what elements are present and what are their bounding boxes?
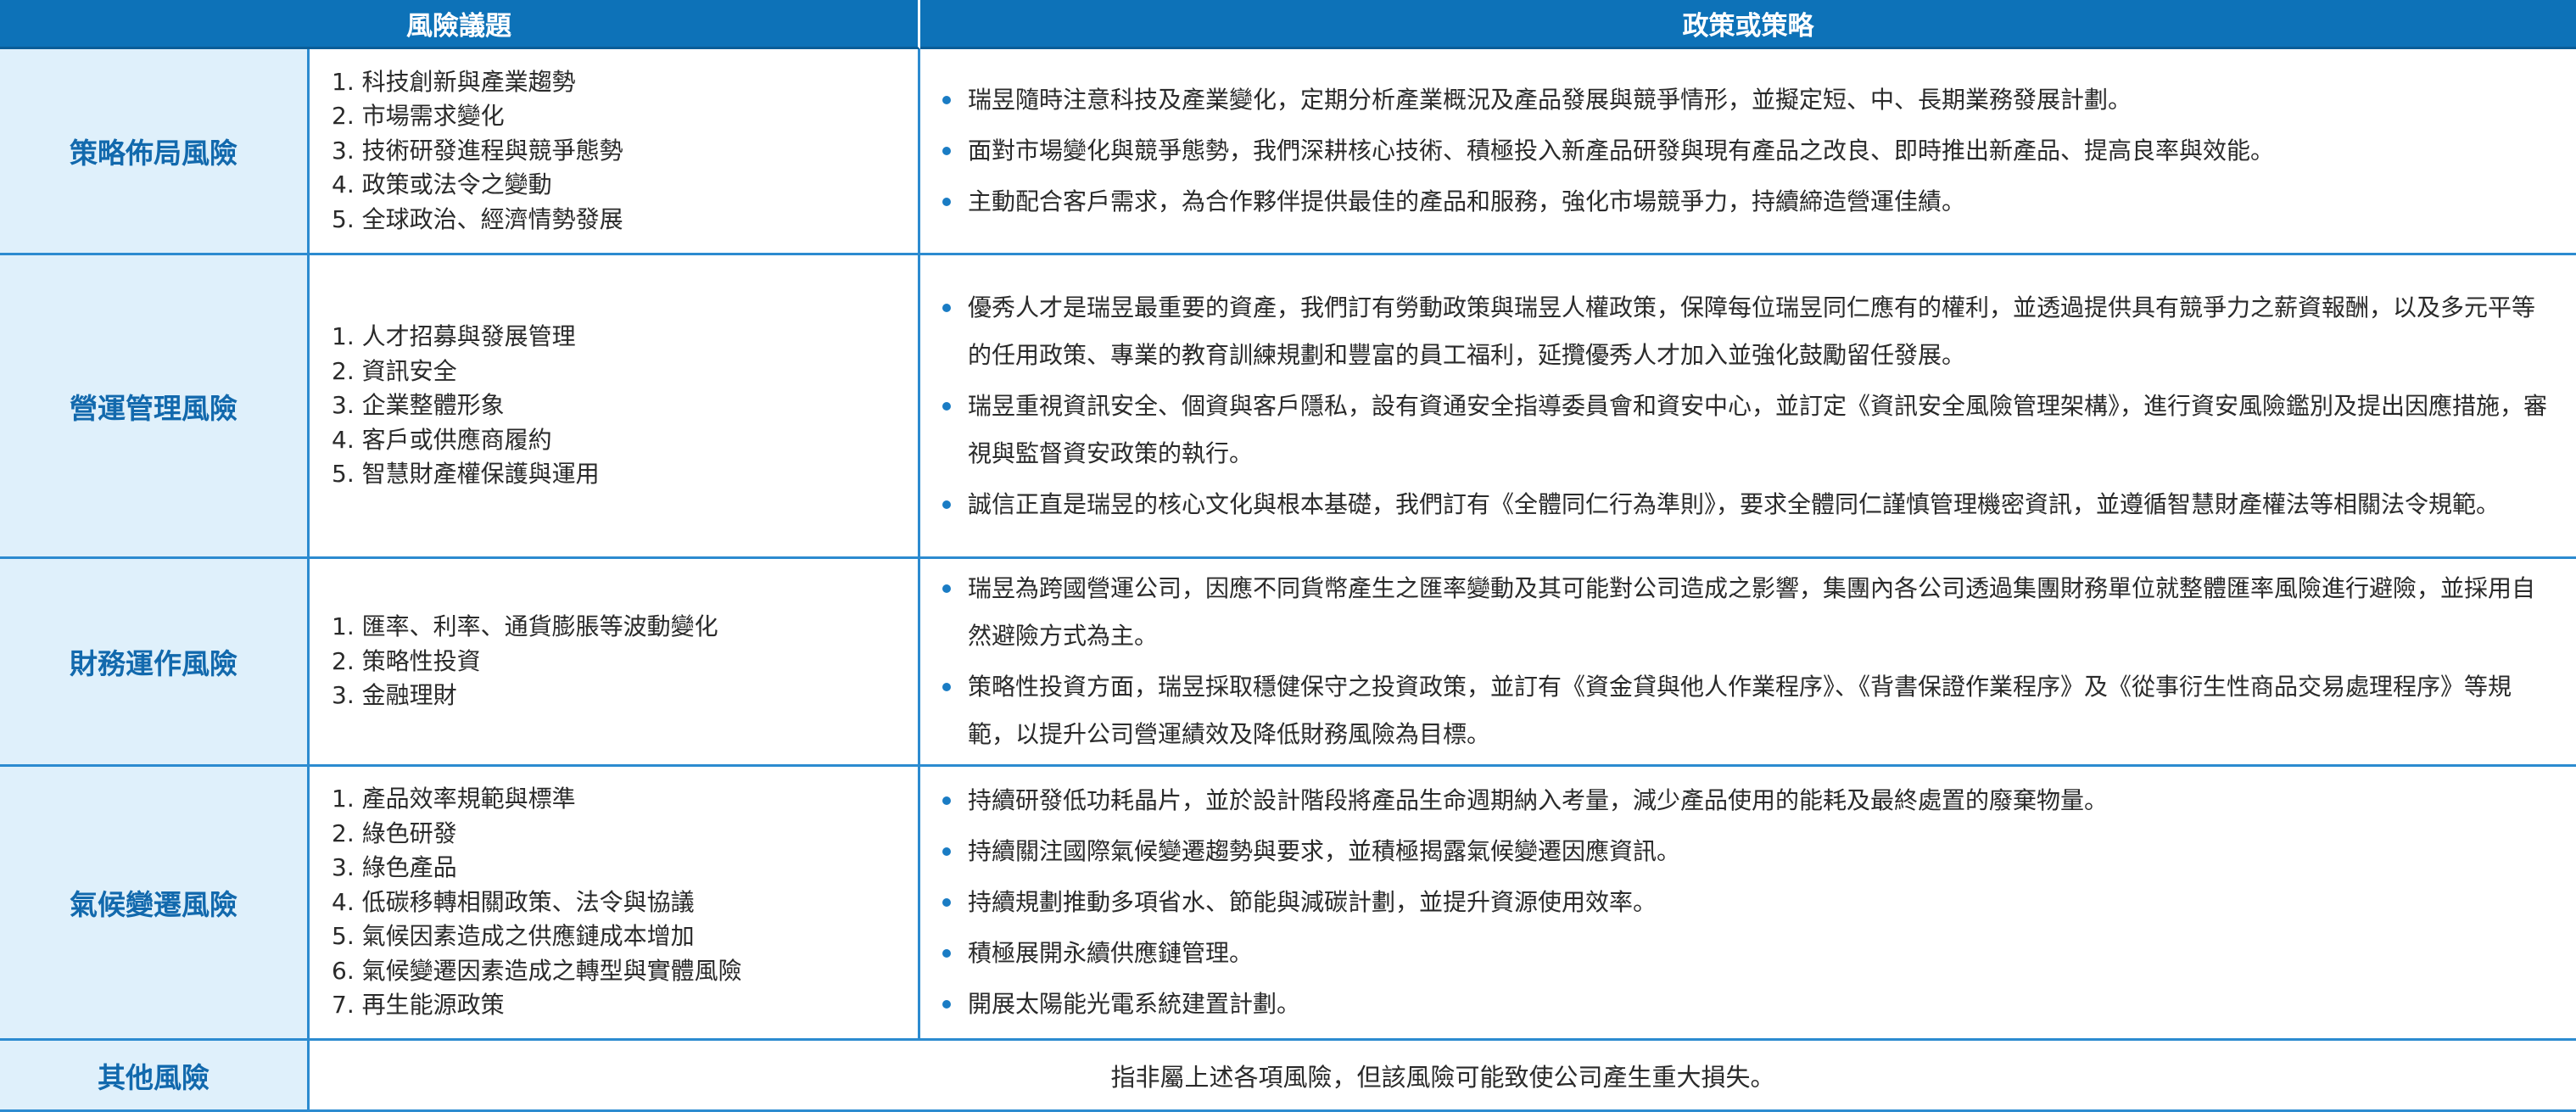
policy-list-strategy: 瑞昱隨時注意科技及產業變化，定期分析產業概況及產品發展與競爭情形，並擬定短、中、…	[920, 49, 2576, 255]
issue-item: 3. 技術研發進程與競爭態勢	[332, 136, 623, 165]
issue-item: 6. 氣候變遷因素造成之轉型與實體風險	[332, 956, 742, 985]
policy-item: 瑞昱為跨國營運公司，因應不同貨幣產生之匯率變動及其可能對公司造成之影響，集團內各…	[939, 565, 2556, 660]
policy-item: 持續關注國際氣候變遷趨勢與要求，並積極揭露氣候變遷因應資訊。	[939, 828, 2556, 875]
policy-list-climate: 持續研發低功耗晶片，並於設計階段將產品生命週期納入考量，減少產品使用的能耗及最終…	[920, 767, 2576, 1041]
bullet-icon	[942, 401, 951, 411]
issue-item: 4. 政策或法令之變動	[332, 170, 552, 199]
policy-text: 開展太陽能光電系統建置計劃。	[968, 990, 1301, 1018]
issue-list-strategy: 1. 科技創新與產業趨勢 2. 市場需求變化 3. 技術研發進程與競爭態勢 4.…	[310, 49, 920, 255]
issue-list-operations: 1. 人才招募與發展管理 2. 資訊安全 3. 企業整體形象 4. 客戶或供應商…	[310, 255, 920, 559]
policy-text: 瑞昱隨時注意科技及產業變化，定期分析產業概況及產品發展與競爭情形，並擬定短、中、…	[968, 86, 2132, 114]
bullet-icon	[942, 500, 951, 509]
policy-list-finance: 瑞昱為跨國營運公司，因應不同貨幣產生之匯率變動及其可能對公司造成之影響，集團內各…	[920, 559, 2576, 767]
issue-list-finance: 1. 匯率、利率、通貨膨脹等波動變化 2. 策略性投資 3. 金融理財	[310, 559, 920, 767]
policy-text: 瑞昱為跨國營運公司，因應不同貨幣產生之匯率變動及其可能對公司造成之影響，集團內各…	[968, 574, 2536, 650]
header-risk-issues: 風險議題	[0, 0, 920, 49]
bullet-icon	[942, 847, 951, 856]
issue-item: 2. 市場需求變化	[332, 102, 505, 131]
policy-text: 瑞昱重視資訊安全、個資與客戶隱私，設有資通安全指導委員會和資安中心，並訂定《資訊…	[968, 391, 2548, 467]
bullet-icon	[942, 584, 951, 593]
category-other-risk: 其他風險	[0, 1041, 310, 1112]
bullet-icon	[942, 147, 951, 155]
category-operations-risk: 營運管理風險	[0, 255, 310, 559]
issue-item: 4. 低碳移轉相關政策、法令與協議	[332, 887, 695, 916]
policy-item: 誠信正直是瑞昱的核心文化與根本基礎，我們訂有《全體同仁行為準則》，要求全體同仁謹…	[939, 481, 2556, 528]
policy-item: 面對市場變化與競爭態勢，我們深耕核心技術、積極投入新產品研發與現有產品之改良、即…	[939, 127, 2556, 175]
bullet-icon	[942, 898, 951, 907]
issue-item: 4. 客戶或供應商履約	[332, 425, 552, 454]
bullet-icon	[942, 683, 951, 691]
bullet-icon	[942, 949, 951, 958]
category-climate-risk: 氣候變遷風險	[0, 767, 310, 1041]
policy-item: 積極展開永續供應鏈管理。	[939, 930, 2556, 977]
policy-item: 策略性投資方面，瑞昱採取穩健保守之投資政策，並訂有《資金貸與他人作業程序》、《背…	[939, 663, 2556, 758]
policy-text: 主動配合客戶需求，為合作夥伴提供最佳的產品和服務，強化市場競爭力，持續締造營運佳…	[968, 187, 1966, 215]
policy-text: 面對市場變化與競爭態勢，我們深耕核心技術、積極投入新產品研發與現有產品之改良、即…	[968, 137, 2275, 165]
category-finance-risk: 財務運作風險	[0, 559, 310, 767]
bullet-icon	[942, 1000, 951, 1009]
bullet-icon	[942, 96, 951, 104]
policy-item: 瑞昱隨時注意科技及產業變化，定期分析產業概況及產品發展與競爭情形，並擬定短、中、…	[939, 76, 2556, 124]
issue-item: 7. 再生能源政策	[332, 991, 505, 1020]
risk-policy-table: 風險議題 政策或策略 策略佈局風險 1. 科技創新與產業趨勢 2. 市場需求變化…	[0, 0, 2576, 1112]
policy-text: 策略性投資方面，瑞昱採取穩健保守之投資政策，並訂有《資金貸與他人作業程序》、《背…	[968, 673, 2512, 748]
policy-item: 持續研發低功耗晶片，並於設計階段將產品生命週期納入考量，減少產品使用的能耗及最終…	[939, 777, 2556, 824]
issue-list-climate: 1. 產品效率規範與標準 2. 綠色研發 3. 綠色產品 4. 低碳移轉相關政策…	[310, 767, 920, 1041]
bullet-icon	[942, 796, 951, 805]
policy-item: 優秀人才是瑞昱最重要的資產，我們訂有勞動政策與瑞昱人權政策，保障每位瑞昱同仁應有…	[939, 284, 2556, 379]
issue-item: 2. 資訊安全	[332, 356, 457, 385]
policy-text: 持續關注國際氣候變遷趨勢與要求，並積極揭露氣候變遷因應資訊。	[968, 837, 1681, 865]
policy-text: 持續規劃推動多項省水、節能與減碳計劃，並提升資源使用效率。	[968, 888, 1657, 916]
policy-item: 持續規劃推動多項省水、節能與減碳計劃，並提升資源使用效率。	[939, 879, 2556, 926]
issue-item: 1. 產品效率規範與標準	[332, 785, 576, 813]
policy-text: 積極展開永續供應鏈管理。	[968, 939, 1254, 967]
category-strategy-risk: 策略佈局風險	[0, 49, 310, 255]
issue-item: 1. 匯率、利率、通貨膨脹等波動變化	[332, 612, 718, 641]
header-policy-strategy: 政策或策略	[920, 0, 2576, 49]
issue-item: 1. 人才招募與發展管理	[332, 322, 576, 351]
policy-list-operations: 優秀人才是瑞昱最重要的資產，我們訂有勞動政策與瑞昱人權政策，保障每位瑞昱同仁應有…	[920, 255, 2576, 559]
bullet-icon	[942, 198, 951, 206]
policy-item: 主動配合客戶需求，為合作夥伴提供最佳的產品和服務，強化市場競爭力，持續締造營運佳…	[939, 178, 2556, 226]
issue-item: 3. 金融理財	[332, 681, 457, 710]
issue-item: 3. 綠色產品	[332, 853, 457, 882]
issue-item: 1. 科技創新與產業趨勢	[332, 67, 576, 96]
issue-item: 3. 企業整體形象	[332, 391, 505, 420]
issue-item: 2. 綠色研發	[332, 819, 457, 847]
policy-item: 瑞昱重視資訊安全、個資與客戶隱私，設有資通安全指導委員會和資安中心，並訂定《資訊…	[939, 383, 2556, 478]
issue-item: 2. 策略性投資	[332, 646, 481, 675]
issue-item: 5. 氣候因素造成之供應鏈成本增加	[332, 922, 695, 951]
policy-item: 開展太陽能光電系統建置計劃。	[939, 981, 2556, 1028]
bullet-icon	[942, 303, 951, 312]
policy-text: 誠信正直是瑞昱的核心文化與根本基礎，我們訂有《全體同仁行為準則》，要求全體同仁謹…	[968, 489, 2501, 518]
policy-text: 優秀人才是瑞昱最重要的資產，我們訂有勞動政策與瑞昱人權政策，保障每位瑞昱同仁應有…	[968, 293, 2536, 369]
policy-text: 持續研發低功耗晶片，並於設計階段將產品生命週期納入考量，減少產品使用的能耗及最終…	[968, 786, 2109, 814]
issue-item: 5. 智慧財產權保護與運用	[332, 460, 600, 489]
issue-item: 5. 全球政治、經濟情勢發展	[332, 204, 623, 233]
other-risk-description: 指非屬上述各項風險，但該風險可能致使公司產生重大損失。	[310, 1041, 2576, 1112]
